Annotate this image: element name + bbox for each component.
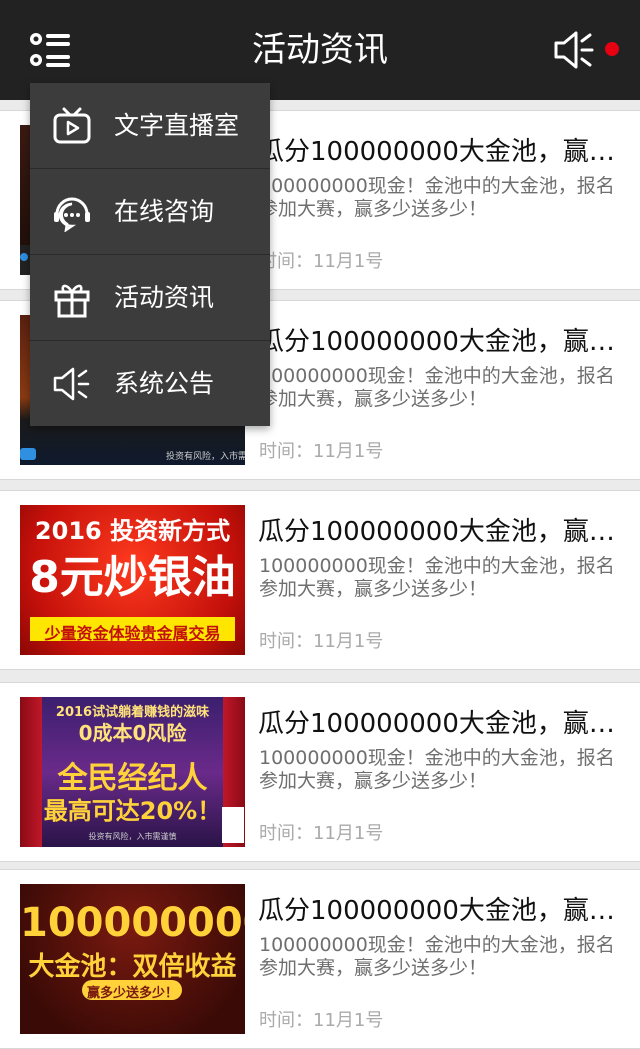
dropdown-item-label: 系统公告 xyxy=(114,369,215,398)
tv-icon xyxy=(52,106,92,146)
article-title[interactable]: 瓜分100000000大金池，赢双... xyxy=(258,321,628,358)
article-description: 100000000现金！金池中的大金池，报名参加大赛，赢多少送多少！ xyxy=(259,934,615,979)
nav-dropdown-menu: 文字直播室 在线咨询 活动资讯 系统公告 xyxy=(30,83,270,426)
thumbnail-caption: 投资有风险，入市需谨慎 xyxy=(166,452,245,462)
article-time: 时间：11月1号 xyxy=(259,441,384,462)
gift-icon xyxy=(52,278,92,318)
article-title[interactable]: 瓜分100000000大金池，赢双... xyxy=(258,703,628,740)
thumbnail-subline: 少量资金体验贵金属交易 xyxy=(44,624,221,643)
dropdown-item-online-consult[interactable]: 在线咨询 xyxy=(30,169,270,255)
article-thumbnail: 100000000 大金池：双倍收益 赢多少送多少！ xyxy=(20,884,245,1034)
thumbnail-headline: 大金池：双倍收益 xyxy=(28,952,237,982)
article-time: 时间：11月1号 xyxy=(259,631,384,652)
speaker-icon xyxy=(52,364,92,404)
article-title[interactable]: 瓜分100000000大金池，赢双... xyxy=(258,511,628,548)
notification-dot xyxy=(605,42,619,56)
article-title[interactable]: 瓜分100000000大金池，赢双... xyxy=(258,131,628,168)
thumbnail-headline: 100000000 xyxy=(20,900,245,946)
article-card[interactable]: 2016试试躺着赚钱的滋味 0成本0风险 全民经纪人 最高可达20%！ 投资有风… xyxy=(0,682,640,862)
article-description: 100000000现金！金池中的大金池，报名参加大赛，赢多少送多少！ xyxy=(259,555,615,600)
article-time: 时间：11月1号 xyxy=(259,251,384,272)
article-card[interactable]: 2016 投资新方式 8元炒银油 少量资金体验贵金属交易 瓜分100000000… xyxy=(0,490,640,670)
thumbnail-subline: 赢多少送多少！ xyxy=(86,986,178,1001)
thumbnail-headline: 最高可达20%！ xyxy=(43,797,222,825)
article-description: 100000000现金！金池中的大金池，报名参加大赛，赢多少送多少！ xyxy=(259,365,615,410)
article-time: 时间：11月1号 xyxy=(259,1010,384,1031)
dropdown-item-label: 活动资讯 xyxy=(114,283,215,312)
article-description: 100000000现金！金池中的大金池，报名参加大赛，赢多少送多少！ xyxy=(259,175,615,220)
article-thumbnail: 2016试试躺着赚钱的滋味 0成本0风险 全民经纪人 最高可达20%！ 投资有风… xyxy=(20,697,245,847)
article-card[interactable]: 100000000 大金池：双倍收益 赢多少送多少！ 瓜分100000000大金… xyxy=(0,869,640,1049)
dropdown-item-label: 在线咨询 xyxy=(114,197,215,226)
thumbnail-caption: 投资有风险，入市需谨慎 xyxy=(88,832,177,841)
thumbnail-headline: 0成本0风险 xyxy=(78,721,187,745)
chat-headset-icon xyxy=(52,192,92,233)
article-thumbnail: 2016 投资新方式 8元炒银油 少量资金体验贵金属交易 xyxy=(20,505,245,655)
dropdown-item-system-notice[interactable]: 系统公告 xyxy=(30,341,270,426)
dropdown-item-live-room[interactable]: 文字直播室 xyxy=(30,83,270,169)
article-time: 时间：11月1号 xyxy=(259,823,384,844)
thumbnail-headline: 8元炒银油 xyxy=(29,552,236,603)
article-title[interactable]: 瓜分100000000大金池，赢双... xyxy=(258,890,628,927)
dropdown-item-activity-news[interactable]: 活动资讯 xyxy=(30,255,270,341)
dropdown-item-label: 文字直播室 xyxy=(114,111,240,140)
speaker-icon[interactable] xyxy=(552,28,596,72)
article-description: 100000000现金！金池中的大金池，报名参加大赛，赢多少送多少！ xyxy=(259,747,615,792)
